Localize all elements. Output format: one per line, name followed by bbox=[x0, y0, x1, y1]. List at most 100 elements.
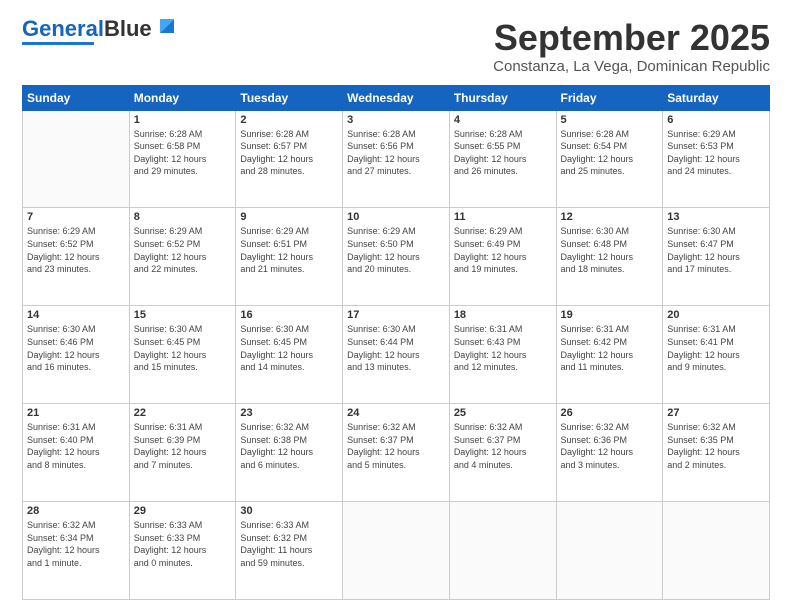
col-tuesday: Tuesday bbox=[236, 85, 343, 110]
calendar-cell: 12 Sunrise: 6:30 AM Sunset: 6:48 PM Dayli… bbox=[556, 208, 663, 306]
day-info: Sunrise: 6:31 AM Sunset: 6:40 PM Dayligh… bbox=[27, 421, 125, 471]
calendar-cell: 30 Sunrise: 6:33 AM Sunset: 6:32 PM Dayli… bbox=[236, 502, 343, 600]
logo-icon bbox=[156, 15, 176, 35]
day-number: 21 bbox=[27, 407, 125, 419]
calendar-cell: 19Sunrise: 6:31 AM Sunset: 6:42 PM Dayli… bbox=[556, 306, 663, 404]
day-number: 18 bbox=[454, 309, 552, 321]
day-number: 11 bbox=[454, 211, 552, 223]
day-info: Sunrise: 6:30 AM Sunset: 6:45 PM Dayligh… bbox=[134, 323, 232, 373]
day-number: 16 bbox=[240, 309, 338, 321]
logo-underline bbox=[22, 42, 94, 45]
day-info: Sunrise: 6:29 AM Sunset: 6:52 PM Dayligh… bbox=[134, 225, 232, 275]
calendar-cell: 14 Sunrise: 6:30 AM Sunset: 6:46 PM Dayli… bbox=[23, 306, 130, 404]
calendar-cell: 23Sunrise: 6:32 AM Sunset: 6:38 PM Dayli… bbox=[236, 404, 343, 502]
calendar-cell: 15Sunrise: 6:30 AM Sunset: 6:45 PM Dayli… bbox=[129, 306, 236, 404]
calendar-header-row: Sunday Monday Tuesday Wednesday Thursday… bbox=[23, 85, 770, 110]
day-number: 13 bbox=[667, 211, 765, 223]
month-title: September 2025 bbox=[493, 18, 770, 58]
day-info: Sunrise: 6:32 AM Sunset: 6:35 PM Dayligh… bbox=[667, 421, 765, 471]
col-sunday: Sunday bbox=[23, 85, 130, 110]
col-wednesday: Wednesday bbox=[343, 85, 450, 110]
day-info: Sunrise: 6:29 AM Sunset: 6:51 PM Dayligh… bbox=[240, 225, 338, 275]
col-thursday: Thursday bbox=[449, 85, 556, 110]
calendar-cell: 10 Sunrise: 6:29 AM Sunset: 6:50 PM Dayli… bbox=[343, 208, 450, 306]
day-number: 6 bbox=[667, 114, 765, 126]
day-number: 7 bbox=[27, 211, 125, 223]
col-saturday: Saturday bbox=[663, 85, 770, 110]
day-number: 29 bbox=[134, 505, 232, 517]
day-info: Sunrise: 6:30 AM Sunset: 6:46 PM Dayligh… bbox=[27, 323, 125, 373]
calendar-cell bbox=[343, 502, 450, 600]
day-info: Sunrise: 6:30 AM Sunset: 6:47 PM Dayligh… bbox=[667, 225, 765, 275]
calendar-cell: 8 Sunrise: 6:29 AM Sunset: 6:52 PM Daylig… bbox=[129, 208, 236, 306]
col-friday: Friday bbox=[556, 85, 663, 110]
calendar-table: Sunday Monday Tuesday Wednesday Thursday… bbox=[22, 85, 770, 600]
calendar-cell: 17Sunrise: 6:30 AM Sunset: 6:44 PM Dayli… bbox=[343, 306, 450, 404]
day-number: 24 bbox=[347, 407, 445, 419]
day-number: 2 bbox=[240, 114, 338, 126]
day-number: 20 bbox=[667, 309, 765, 321]
day-info: Sunrise: 6:31 AM Sunset: 6:43 PM Dayligh… bbox=[454, 323, 552, 373]
day-number: 12 bbox=[561, 211, 659, 223]
page: GeneralBlue September 2025 Constanza, La… bbox=[0, 0, 792, 612]
day-info: Sunrise: 6:30 AM Sunset: 6:45 PM Dayligh… bbox=[240, 323, 338, 373]
day-number: 25 bbox=[454, 407, 552, 419]
calendar-week-row: 1 Sunrise: 6:28 AM Sunset: 6:58 PM Daylig… bbox=[23, 110, 770, 208]
calendar-cell: 3 Sunrise: 6:28 AM Sunset: 6:56 PM Daylig… bbox=[343, 110, 450, 208]
day-number: 10 bbox=[347, 211, 445, 223]
calendar-cell: 27 Sunrise: 6:32 AM Sunset: 6:35 PM Dayli… bbox=[663, 404, 770, 502]
calendar-cell: 26Sunrise: 6:32 AM Sunset: 6:36 PM Dayli… bbox=[556, 404, 663, 502]
day-number: 3 bbox=[347, 114, 445, 126]
day-number: 8 bbox=[134, 211, 232, 223]
day-info: Sunrise: 6:29 AM Sunset: 6:52 PM Dayligh… bbox=[27, 225, 125, 275]
calendar-cell: 16 Sunrise: 6:30 AM Sunset: 6:45 PM Dayli… bbox=[236, 306, 343, 404]
day-info: Sunrise: 6:29 AM Sunset: 6:53 PM Dayligh… bbox=[667, 128, 765, 178]
day-info: Sunrise: 6:28 AM Sunset: 6:55 PM Dayligh… bbox=[454, 128, 552, 178]
day-info: Sunrise: 6:32 AM Sunset: 6:38 PM Dayligh… bbox=[240, 421, 338, 471]
day-info: Sunrise: 6:33 AM Sunset: 6:33 PM Dayligh… bbox=[134, 519, 232, 569]
day-number: 30 bbox=[240, 505, 338, 517]
calendar-cell: 21 Sunrise: 6:31 AM Sunset: 6:40 PM Dayli… bbox=[23, 404, 130, 502]
day-number: 1 bbox=[134, 114, 232, 126]
day-number: 22 bbox=[134, 407, 232, 419]
calendar-cell: 29 Sunrise: 6:33 AM Sunset: 6:33 PM Dayli… bbox=[129, 502, 236, 600]
calendar-cell: 28 Sunrise: 6:32 AM Sunset: 6:34 PM Dayli… bbox=[23, 502, 130, 600]
day-number: 14 bbox=[27, 309, 125, 321]
calendar-cell: 7 Sunrise: 6:29 AM Sunset: 6:52 PM Daylig… bbox=[23, 208, 130, 306]
day-info: Sunrise: 6:32 AM Sunset: 6:34 PM Dayligh… bbox=[27, 519, 125, 569]
calendar-cell: 4Sunrise: 6:28 AM Sunset: 6:55 PM Daylig… bbox=[449, 110, 556, 208]
calendar-cell: 13 Sunrise: 6:30 AM Sunset: 6:47 PM Dayli… bbox=[663, 208, 770, 306]
calendar-cell: 24Sunrise: 6:32 AM Sunset: 6:37 PM Dayli… bbox=[343, 404, 450, 502]
day-info: Sunrise: 6:31 AM Sunset: 6:39 PM Dayligh… bbox=[134, 421, 232, 471]
header: GeneralBlue September 2025 Constanza, La… bbox=[22, 18, 770, 75]
calendar-cell: 2Sunrise: 6:28 AM Sunset: 6:57 PM Daylig… bbox=[236, 110, 343, 208]
calendar-week-row: 14 Sunrise: 6:30 AM Sunset: 6:46 PM Dayli… bbox=[23, 306, 770, 404]
day-info: Sunrise: 6:31 AM Sunset: 6:41 PM Dayligh… bbox=[667, 323, 765, 373]
calendar-cell: 9 Sunrise: 6:29 AM Sunset: 6:51 PM Daylig… bbox=[236, 208, 343, 306]
logo: GeneralBlue bbox=[22, 18, 176, 45]
day-info: Sunrise: 6:28 AM Sunset: 6:54 PM Dayligh… bbox=[561, 128, 659, 178]
day-info: Sunrise: 6:29 AM Sunset: 6:50 PM Dayligh… bbox=[347, 225, 445, 275]
day-number: 26 bbox=[561, 407, 659, 419]
day-info: Sunrise: 6:28 AM Sunset: 6:56 PM Dayligh… bbox=[347, 128, 445, 178]
day-info: Sunrise: 6:32 AM Sunset: 6:37 PM Dayligh… bbox=[454, 421, 552, 471]
calendar-cell: 5 Sunrise: 6:28 AM Sunset: 6:54 PM Daylig… bbox=[556, 110, 663, 208]
location-subtitle: Constanza, La Vega, Dominican Republic bbox=[493, 58, 770, 75]
day-info: Sunrise: 6:30 AM Sunset: 6:48 PM Dayligh… bbox=[561, 225, 659, 275]
day-info: Sunrise: 6:33 AM Sunset: 6:32 PM Dayligh… bbox=[240, 519, 338, 569]
calendar-cell bbox=[23, 110, 130, 208]
day-number: 27 bbox=[667, 407, 765, 419]
calendar-week-row: 21 Sunrise: 6:31 AM Sunset: 6:40 PM Dayli… bbox=[23, 404, 770, 502]
calendar-cell: 25 Sunrise: 6:32 AM Sunset: 6:37 PM Dayli… bbox=[449, 404, 556, 502]
calendar-week-row: 7 Sunrise: 6:29 AM Sunset: 6:52 PM Daylig… bbox=[23, 208, 770, 306]
day-number: 17 bbox=[347, 309, 445, 321]
title-block: September 2025 Constanza, La Vega, Domin… bbox=[493, 18, 770, 75]
day-info: Sunrise: 6:28 AM Sunset: 6:58 PM Dayligh… bbox=[134, 128, 232, 178]
calendar-cell: 1 Sunrise: 6:28 AM Sunset: 6:58 PM Daylig… bbox=[129, 110, 236, 208]
day-info: Sunrise: 6:29 AM Sunset: 6:49 PM Dayligh… bbox=[454, 225, 552, 275]
calendar-cell: 18 Sunrise: 6:31 AM Sunset: 6:43 PM Dayli… bbox=[449, 306, 556, 404]
day-number: 19 bbox=[561, 309, 659, 321]
day-number: 9 bbox=[240, 211, 338, 223]
day-number: 5 bbox=[561, 114, 659, 126]
day-number: 28 bbox=[27, 505, 125, 517]
